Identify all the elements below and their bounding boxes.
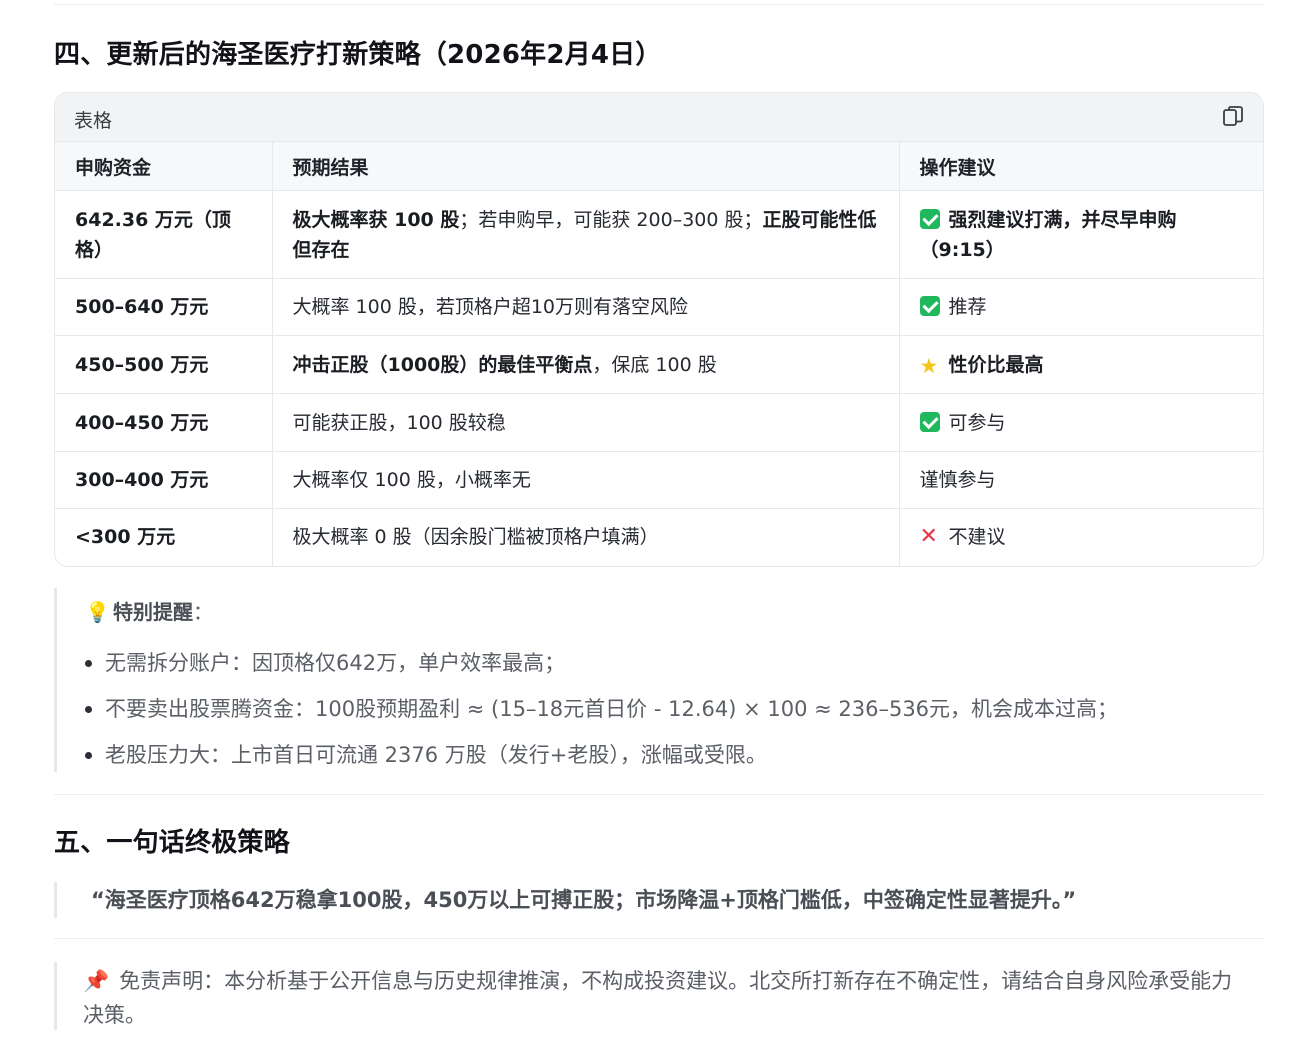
result-emphasis: 冲击正股（1000股）的最佳平衡点 <box>292 353 593 376</box>
tip-title-colon: ： <box>193 600 213 624</box>
cell-funds: 300–400 万元 <box>55 451 273 509</box>
list-item: 老股压力大：上市首日可流通 2376 万股（发行+老股），涨幅或受限。 <box>81 740 1118 786</box>
table-row: 400–450 万元 可能获正股，100 股较稳 可参与 <box>55 393 1263 452</box>
copy-icon[interactable] <box>1221 105 1245 129</box>
advice-text: 可参与 <box>948 411 1006 434</box>
cell-funds: 450–500 万元 <box>55 335 273 394</box>
cell-result: 可能获正股，100 股较稳 <box>272 393 900 452</box>
result-text: ，保底 100 股 <box>592 353 717 376</box>
section-heading-5: 五、一句话终极策略 <box>54 828 290 858</box>
table-header-row: 申购资金 预期结果 操作建议 <box>55 142 1263 191</box>
divider <box>54 794 1264 795</box>
cell-funds: 642.36 万元（顶格） <box>55 190 273 279</box>
section-heading-4: 四、更新后的海圣医疗打新策略（2026年2月4日） <box>54 40 662 70</box>
result-text: ；若申购早，可能获 200–300 股； <box>459 208 763 231</box>
tip-title: 💡 特别提醒： <box>85 596 213 625</box>
cell-result: 极大概率获 100 股；若申购早，可能获 200–300 股；正股可能性低但存在 <box>272 190 900 279</box>
slogan-text: “海圣医疗顶格642万稳拿100股，450万以上可搏正股；市场降温+顶格门槛低，… <box>91 888 1077 912</box>
cell-advice: 可参与 <box>899 393 1263 452</box>
cell-funds: 400–450 万元 <box>55 393 273 452</box>
col-header-funds: 申购资金 <box>55 142 273 191</box>
divider <box>54 4 1264 5</box>
list-item: 无需拆分账户：因顶格仅642万，单户效率最高； <box>81 648 1118 694</box>
result-emphasis: 极大概率获 100 股 <box>292 208 460 231</box>
list-item: 不要卖出股票腾资金：100股预期盈利 ≈ (15–18元首日价 - 12.64)… <box>81 694 1118 740</box>
tip-list: 无需拆分账户：因顶格仅642万，单户效率最高； 不要卖出股票腾资金：100股预期… <box>81 648 1118 786</box>
cell-advice: 推荐 <box>899 278 1263 336</box>
pushpin-icon: 📌 <box>83 969 110 993</box>
divider <box>54 938 1264 939</box>
table-card-header: 表格 <box>55 93 1263 142</box>
check-icon <box>919 411 940 432</box>
table-row: 300–400 万元 大概率仅 100 股，小概率无 谨慎参与 <box>55 451 1263 509</box>
cell-result: 大概率 100 股，若顶格户超10万则有落空风险 <box>272 278 900 336</box>
table-row: 642.36 万元（顶格） 极大概率获 100 股；若申购早，可能获 200–3… <box>55 190 1263 279</box>
advice-text: 不建议 <box>948 526 1006 549</box>
star-icon: ★ <box>919 353 939 378</box>
advice-text: 推荐 <box>948 296 987 318</box>
disclaimer-body: 免责声明：本分析基于公开信息与历史规律推演，不构成投资建议。北交所打新存在不确定… <box>83 969 1233 1027</box>
cell-funds: 500–640 万元 <box>55 278 273 336</box>
disclaimer-text: 📌 免责声明：本分析基于公开信息与历史规律推演，不构成投资建议。北交所打新存在不确… <box>83 964 1253 1032</box>
cell-result: 冲击正股（1000股）的最佳平衡点，保底 100 股 <box>272 335 900 394</box>
advice-text: 强烈建议打满，并尽早申购（9:15） <box>919 208 1177 261</box>
table-card-title: 表格 <box>74 110 113 132</box>
table-card: 表格 申购资金 预期结果 操作建议 642.36 万元（顶格） 极大概率获 10… <box>54 92 1264 567</box>
cell-advice: 谨慎参与 <box>899 451 1263 509</box>
disclaimer-blockquote: 📌 免责声明：本分析基于公开信息与历史规律推演，不构成投资建议。北交所打新存在不确… <box>54 962 1257 1030</box>
cell-funds: <300 万元 <box>55 508 273 566</box>
table-row: 500–640 万元 大概率 100 股，若顶格户超10万则有落空风险 推荐 <box>55 278 1263 336</box>
cell-result: 大概率仅 100 股，小概率无 <box>272 451 900 509</box>
col-header-result: 预期结果 <box>272 142 900 191</box>
tip-blockquote: 💡 特别提醒： 无需拆分账户：因顶格仅642万，单户效率最高； 不要卖出股票腾资金… <box>54 588 1257 772</box>
cell-advice: ★ 性价比最高 <box>899 335 1263 394</box>
tip-title-text: 特别提醒 <box>113 600 193 624</box>
strategy-table: 申购资金 预期结果 操作建议 642.36 万元（顶格） 极大概率获 100 股… <box>55 142 1263 566</box>
page: 四、更新后的海圣医疗打新策略（2026年2月4日） 表格 申购资金 预期结果 操… <box>0 0 1301 1048</box>
check-icon <box>919 296 940 316</box>
table-row: <300 万元 极大概率 0 股（因余股门槛被顶格户填满） ✕ 不建议 <box>55 508 1263 566</box>
cross-icon: ✕ <box>919 524 938 550</box>
lightbulb-icon: 💡 <box>85 600 110 624</box>
check-icon <box>919 208 940 229</box>
table-row: 450–500 万元 冲击正股（1000股）的最佳平衡点，保底 100 股 ★ 性… <box>55 335 1263 394</box>
cell-result: 极大概率 0 股（因余股门槛被顶格户填满） <box>272 508 900 566</box>
cell-advice: ✕ 不建议 <box>899 509 1263 566</box>
col-header-advice: 操作建议 <box>899 142 1263 191</box>
slogan-blockquote: “海圣医疗顶格642万稳拿100股，450万以上可搏正股；市场降温+顶格门槛低，… <box>54 882 1257 918</box>
cell-advice: 强烈建议打满，并尽早申购（9:15） <box>899 190 1263 279</box>
advice-text: 性价比最高 <box>948 353 1044 376</box>
